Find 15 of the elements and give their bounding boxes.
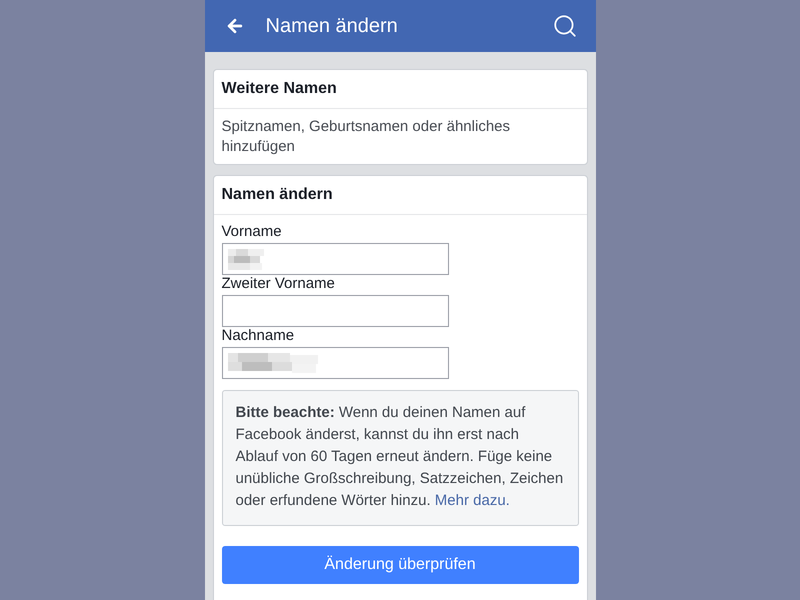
field-label: Vorname: [222, 223, 282, 241]
card-title: Weitere Namen: [222, 79, 337, 99]
field-label: Nachname: [222, 327, 294, 345]
field-label: Zweiter Vorname: [222, 275, 335, 293]
add-names-link[interactable]: Spitznamen, Geburtsnamen oder ähnliches hinzufügen: [222, 117, 546, 157]
text-field[interactable]: [222, 347, 448, 379]
card-title: Namen ändern: [222, 185, 333, 205]
more-info-link[interactable]: Mehr dazu.: [434, 492, 510, 509]
text-field[interactable]: [222, 243, 448, 275]
header-title: Namen ändern: [266, 14, 398, 38]
notice-text: Bitte beachte: Wenn du deinen Namen auf Facebook änderst, kannst du ihn erst nach Ablauf von 60 Tagen erneut ändern. Füge keine unübliche Großschreibung, Satzzeichen, Zeichen oder erfundene Wörter hinzu. Mehr dazu.: [236, 403, 564, 511]
text-field[interactable]: [222, 295, 448, 327]
search-icon: [552, 13, 578, 39]
search-button[interactable]: [552, 13, 578, 39]
review-change-button[interactable]: Änderung überprüfen: [222, 546, 578, 584]
